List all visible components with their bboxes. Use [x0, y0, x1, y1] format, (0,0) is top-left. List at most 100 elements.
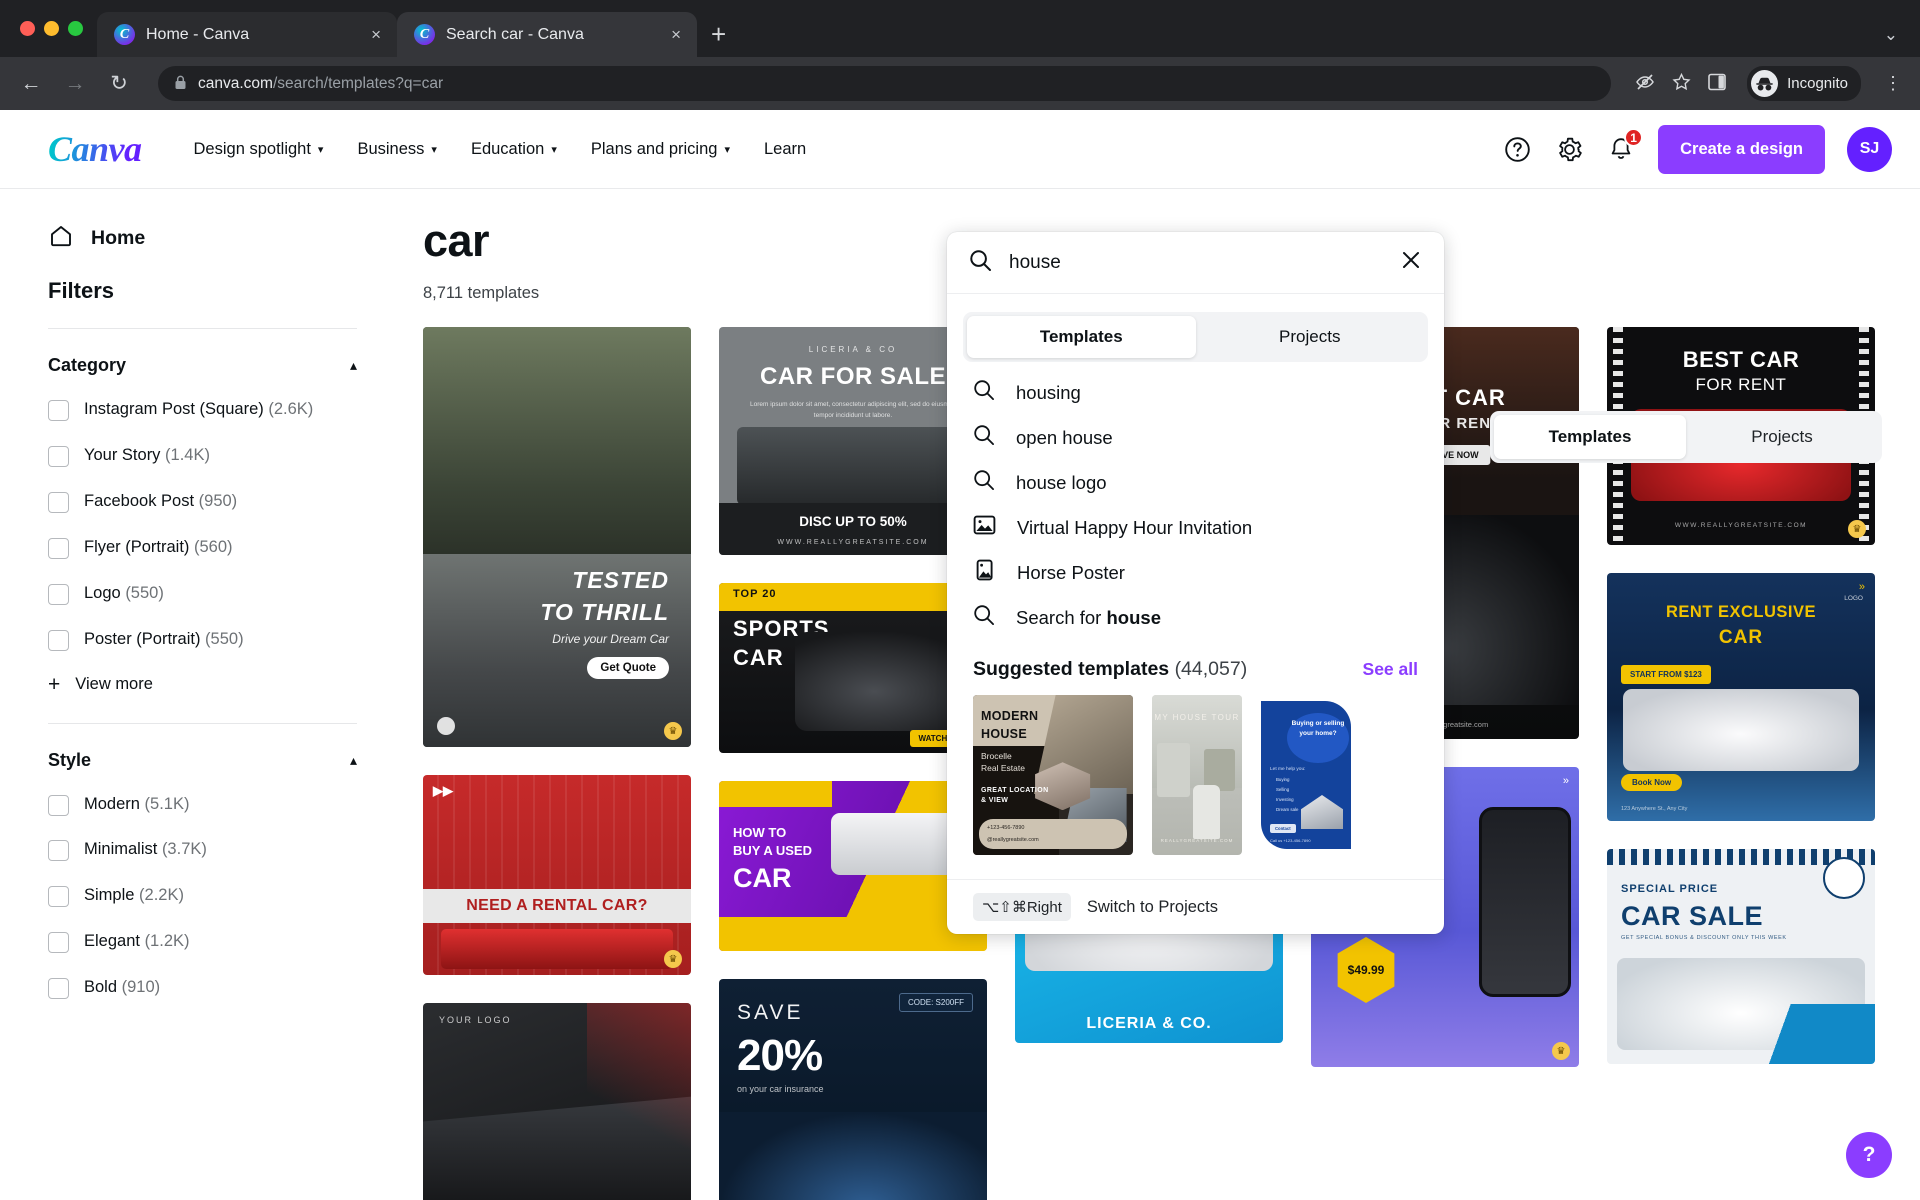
- user-avatar[interactable]: SJ: [1847, 126, 1892, 172]
- tabstrip-chevron-down-icon[interactable]: ⌄: [1884, 25, 1898, 45]
- browser-menu-icon[interactable]: ⋮: [1878, 74, 1902, 92]
- checkbox[interactable]: [48, 978, 69, 1000]
- browser-tab-home[interactable]: C Home - Canva ×: [97, 12, 397, 57]
- clear-search-icon[interactable]: [1400, 249, 1422, 276]
- thumb-cta[interactable]: Contact: [1270, 824, 1296, 833]
- close-tab-icon[interactable]: ×: [668, 23, 684, 46]
- incognito-profile-button[interactable]: Incognito: [1747, 66, 1861, 101]
- suggestion-item-virtual-happy-hour-invitation[interactable]: Virtual Happy Hour Invitation: [947, 505, 1444, 550]
- notifications-bell-icon[interactable]: 1: [1606, 128, 1644, 164]
- thumbnail-buying-or-selling-home[interactable]: Buying or selling your home? Let me help…: [1261, 695, 1351, 855]
- close-window-button[interactable]: [20, 21, 35, 36]
- filter-option[interactable]: Flyer (Portrait) (560): [48, 536, 357, 560]
- card-headline-2: CAR: [1718, 627, 1764, 648]
- url-bar[interactable]: canva.com/search/templates?q=car: [158, 66, 1612, 101]
- checkbox[interactable]: [48, 794, 69, 816]
- filter-option[interactable]: Poster (Portrait) (550): [48, 628, 357, 652]
- filter-option[interactable]: Facebook Post (950): [48, 490, 357, 514]
- see-all-link[interactable]: See all: [1363, 659, 1418, 680]
- help-button[interactable]: ?: [1846, 1132, 1892, 1178]
- card-cta[interactable]: Book Now: [1621, 774, 1683, 791]
- suggestion-item-open-house[interactable]: open house: [947, 415, 1444, 460]
- close-tab-icon[interactable]: ×: [368, 23, 384, 46]
- template-card[interactable]: SPECIAL PRICE CAR SALE GET SPECIAL BONUS…: [1607, 849, 1875, 1064]
- checkbox[interactable]: [48, 629, 69, 651]
- search-input-row[interactable]: house: [947, 232, 1444, 294]
- minimize-window-button[interactable]: [44, 21, 59, 36]
- card-eyebrow: TOP 20: [733, 588, 777, 600]
- filter-option[interactable]: Simple (2.2K): [48, 884, 357, 908]
- filter-option[interactable]: Modern (5.1K): [48, 793, 357, 817]
- checkbox[interactable]: [48, 840, 69, 862]
- card-cta[interactable]: Get Quote: [587, 657, 669, 679]
- maximize-window-button[interactable]: [68, 21, 83, 36]
- thumb-phone: +123-456-7890: [987, 825, 1025, 831]
- tab-templates[interactable]: Templates: [1494, 415, 1686, 459]
- browser-tab-search-car[interactable]: C Search car - Canva ×: [397, 12, 697, 57]
- play-icon[interactable]: [437, 717, 455, 735]
- lock-icon: [174, 75, 187, 93]
- bookmark-star-icon[interactable]: [1672, 72, 1691, 94]
- suggestion-item-search-for-query[interactable]: Search for house: [947, 595, 1444, 640]
- search-tab-projects[interactable]: Projects: [1196, 316, 1425, 358]
- canva-logo[interactable]: Canva: [48, 128, 142, 170]
- back-button[interactable]: ←: [18, 73, 44, 94]
- nav-item-design-spotlight[interactable]: Design spotlight ▾: [194, 140, 324, 159]
- side-panel-icon[interactable]: [1708, 73, 1726, 94]
- nav-item-business[interactable]: Business ▾: [357, 140, 436, 159]
- chevron-down-icon: ▾: [317, 143, 324, 156]
- filter-option-label: Logo (550): [84, 583, 164, 602]
- filter-option[interactable]: Logo (550): [48, 582, 357, 606]
- forward-button[interactable]: →: [62, 73, 88, 94]
- search-input[interactable]: house: [1009, 252, 1383, 274]
- suggestion-item-housing[interactable]: housing: [947, 370, 1444, 415]
- filter-option[interactable]: Minimalist (3.7K): [48, 838, 357, 862]
- suggested-template-thumbnails: MODERN HOUSE Brocelle Real Estate GREAT …: [947, 691, 1444, 879]
- search-tab-templates[interactable]: Templates: [967, 316, 1196, 358]
- template-card[interactable]: ▶▶ NEED A RENTAL CAR? ♛: [423, 775, 691, 975]
- filter-option[interactable]: Instagram Post (Square) (2.6K): [48, 398, 357, 422]
- filter-group-style-header[interactable]: Style ▴: [48, 750, 357, 771]
- tab-projects[interactable]: Projects: [1686, 415, 1878, 459]
- template-card[interactable]: YOUR LOGO: [423, 1003, 691, 1200]
- suggestion-item-horse-poster[interactable]: Horse Poster: [947, 550, 1444, 595]
- url-text: canva.com/search/templates?q=car: [198, 74, 444, 92]
- card-body: Lorem ipsum dolor sit amet, consectetur …: [750, 401, 956, 420]
- nav-item-education[interactable]: Education ▾: [471, 140, 557, 159]
- help-circle-icon[interactable]: [1502, 134, 1532, 164]
- card-headline-1: TESTED: [572, 567, 669, 593]
- suggestion-label: Search for house: [1016, 606, 1161, 628]
- checkbox[interactable]: [48, 583, 69, 605]
- switch-to-projects-label[interactable]: Switch to Projects: [1087, 898, 1218, 917]
- suggestion-item-house-logo[interactable]: house logo: [947, 460, 1444, 505]
- card-headline-2: TO THRILL: [540, 599, 669, 625]
- chevron-down-icon: ▾: [431, 143, 437, 156]
- gear-icon[interactable]: [1554, 134, 1584, 164]
- filter-option-label: Your Story (1.4K): [84, 445, 210, 464]
- nav-item-learn[interactable]: Learn: [764, 140, 806, 159]
- eye-off-icon[interactable]: [1635, 73, 1655, 94]
- checkbox[interactable]: [48, 445, 69, 467]
- filter-option[interactable]: Your Story (1.4K): [48, 444, 357, 468]
- view-more-button[interactable]: + View more: [48, 674, 357, 695]
- template-card[interactable]: SAVE 20% on your car insurance CODE: S20…: [719, 979, 987, 1200]
- checkbox[interactable]: [48, 537, 69, 559]
- template-card[interactable]: TESTED TO THRILL Drive your Dream Car Ge…: [423, 327, 691, 747]
- filter-option[interactable]: Bold (910): [48, 976, 357, 1000]
- filter-group-category-header[interactable]: Category ▴: [48, 355, 357, 376]
- template-card[interactable]: » LOGO RENT EXCLUSIVE CAR START FROM $12…: [1607, 573, 1875, 821]
- checkbox[interactable]: [48, 932, 69, 954]
- nav-item-plans-and-pricing[interactable]: Plans and pricing ▾: [591, 140, 730, 159]
- thumbnail-my-house-tour[interactable]: MY HOUSE TOUR REALLYGREATSITE.COM: [1152, 695, 1242, 855]
- new-tab-button[interactable]: +: [697, 21, 740, 57]
- chevron-up-icon: ▴: [349, 751, 357, 768]
- create-a-design-button[interactable]: Create a design: [1658, 124, 1825, 174]
- home-icon: [48, 223, 74, 254]
- checkbox[interactable]: [48, 400, 69, 421]
- reload-button[interactable]: ↻: [106, 73, 132, 94]
- filter-option[interactable]: Elegant (1.2K): [48, 930, 357, 954]
- checkbox[interactable]: [48, 886, 69, 908]
- thumbnail-modern-house-real-estate[interactable]: MODERN HOUSE Brocelle Real Estate GREAT …: [973, 695, 1133, 855]
- checkbox[interactable]: [48, 491, 69, 513]
- sidebar-item-home[interactable]: Home: [48, 223, 357, 254]
